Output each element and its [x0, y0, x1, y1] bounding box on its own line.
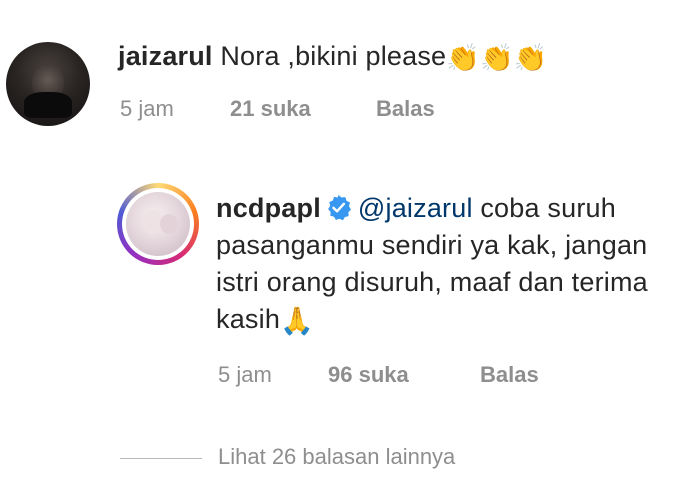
comment-timestamp: 5 jam	[120, 96, 174, 121]
avatar-mask-shape	[24, 92, 72, 118]
reply-avatar	[126, 192, 190, 256]
comment-thread: jaizarul Nora ,bikini please👏👏👏 5 jam 21 …	[0, 0, 700, 490]
more-replies-divider	[120, 457, 202, 459]
reply-avatar-story-ring[interactable]	[117, 183, 199, 265]
verified-badge-icon	[328, 195, 351, 221]
reply-username[interactable]: ncdpapl	[216, 193, 321, 223]
reply-timestamp: 5 jam	[218, 362, 272, 387]
reply-text-block: ncdpapl @jaizarul coba suruh pasanganmu s…	[216, 190, 696, 338]
view-more-replies-button[interactable]: Lihat 26 balasan lainnya	[120, 444, 455, 470]
comment-text: Nora ,bikini please	[220, 41, 447, 71]
avatar-photo-shape	[160, 214, 178, 234]
view-more-replies-label: Lihat 26 balasan lainnya	[218, 444, 456, 469]
reply-likes-count[interactable]: 96 suka	[328, 362, 480, 388]
clapping-hands-emoji: 👏👏👏	[446, 43, 548, 73]
comment-text-block: jaizarul Nora ,bikini please👏👏👏	[118, 38, 548, 75]
commenter-username[interactable]: jaizarul	[118, 41, 213, 71]
reply-reply-button[interactable]: Balas	[480, 362, 539, 388]
reply-mention-link[interactable]: @jaizarul	[358, 193, 473, 223]
reply-avatar-ring-gap	[122, 188, 194, 260]
folded-hands-emoji: 🙏	[280, 306, 314, 336]
comment-reply-button[interactable]: Balas	[376, 96, 435, 122]
commenter-avatar[interactable]	[6, 42, 90, 126]
comment-likes-count[interactable]: 21 suka	[230, 96, 376, 122]
reply-meta: 5 jam 96 suka Balas	[218, 362, 539, 388]
comment-meta: 5 jam 21 suka Balas	[120, 96, 435, 122]
